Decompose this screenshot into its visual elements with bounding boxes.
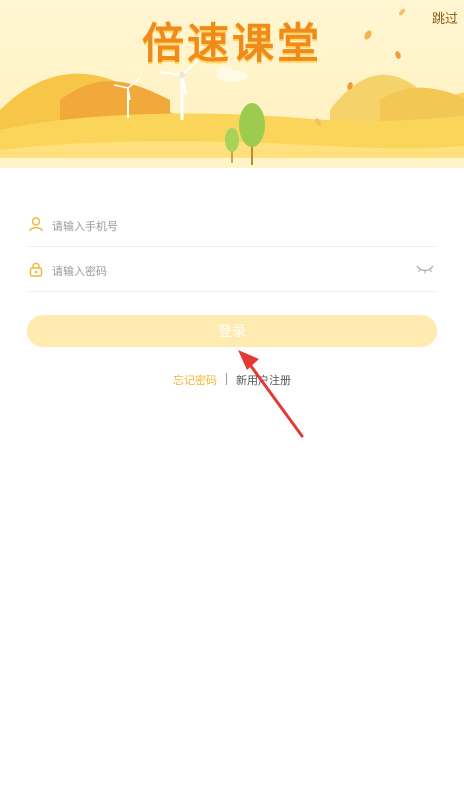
link-divider	[226, 373, 227, 385]
register-link[interactable]: 新用户注册	[236, 374, 291, 387]
password-field	[28, 249, 436, 292]
phone-input[interactable]	[50, 212, 414, 240]
app-title: 倍速课堂	[141, 19, 322, 68]
eye-closed-icon[interactable]	[416, 263, 434, 275]
password-input[interactable]	[50, 257, 414, 285]
login-button[interactable]: 登录	[27, 315, 437, 347]
forgot-password-link[interactable]: 忘记密码	[173, 374, 217, 387]
user-icon	[29, 217, 43, 232]
auth-links: 忘记密码 新用户注册	[0, 372, 464, 388]
skip-button[interactable]: 跳过	[432, 8, 458, 27]
header-banner: 倍速课堂 跳过	[0, 0, 464, 168]
phone-field	[28, 204, 436, 247]
lock-icon	[29, 262, 43, 277]
